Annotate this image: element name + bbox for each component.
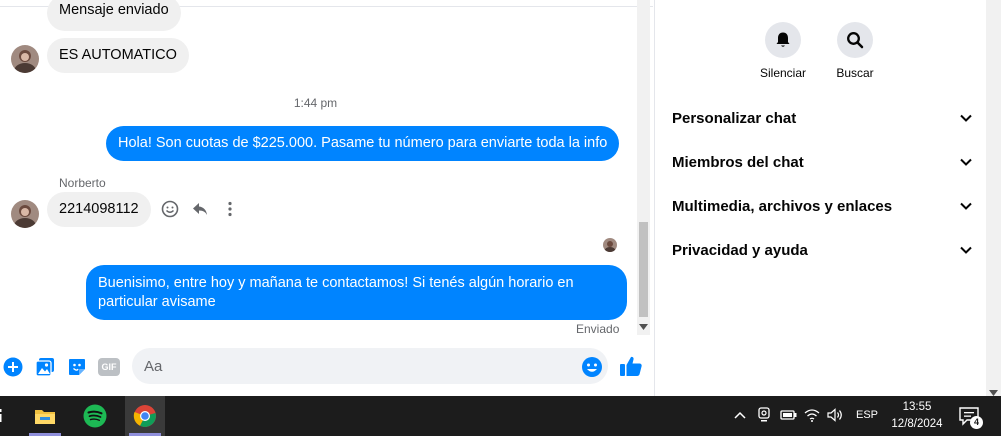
smiley-icon[interactable] (160, 199, 180, 219)
search-label: Buscar (836, 66, 874, 80)
page-scrollbar[interactable] (986, 0, 1001, 396)
chat-scrollbar[interactable] (637, 0, 650, 335)
message-text: ES AUTOMATICO (59, 47, 177, 63)
delivery-status: Enviado (576, 322, 620, 336)
wifi-icon[interactable] (803, 406, 821, 424)
file-explorer-icon[interactable] (25, 396, 65, 436)
message-text-line2: particular avisame (98, 294, 216, 310)
chrome-icon[interactable] (125, 396, 165, 436)
taskbar-edge (0, 408, 4, 424)
image-icon[interactable] (34, 356, 56, 378)
chevron-up-icon[interactable] (731, 406, 749, 424)
message-bubble-outgoing[interactable]: Buenisimo, entre hoy y mañana te contact… (86, 265, 627, 320)
section-media-files-links[interactable]: Multimedia, archivos y enlaces (672, 191, 972, 221)
mute-action[interactable]: Silenciar (753, 22, 813, 80)
message-text-line1: Buenisimo, entre hoy y mañana te contact… (98, 275, 574, 291)
chat-info-panel: Silenciar Buscar Personalizar chat Miemb… (654, 0, 986, 396)
clock-time[interactable]: 13:55 (895, 401, 939, 413)
chevron-down-icon (960, 246, 972, 254)
section-label: Miembros del chat (672, 153, 804, 171)
plus-icon[interactable] (2, 356, 24, 378)
message-input[interactable] (132, 348, 608, 384)
message-timestamp: 1:44 pm (293, 96, 338, 110)
section-label: Multimedia, archivos y enlaces (672, 197, 893, 215)
mute-label: Silenciar (759, 66, 807, 80)
message-bubble-outgoing[interactable]: Hola! Son cuotas de $225.000. Pasame tu … (106, 126, 620, 161)
clock-date[interactable]: 12/8/2024 (887, 418, 947, 430)
input-language[interactable]: ESP (856, 409, 878, 421)
message-text: 2214098112 (59, 201, 139, 217)
search-icon (847, 32, 864, 49)
message-bubble-incoming[interactable]: Mensaje enviado (47, 0, 181, 31)
seen-avatar (603, 238, 617, 252)
scroll-down-arrow-icon[interactable] (639, 322, 648, 331)
notification-count-badge: 4 (970, 416, 983, 429)
section-customize-chat[interactable]: Personalizar chat (672, 103, 972, 133)
message-composer: GIF (0, 343, 653, 393)
message-bubble-incoming[interactable]: ES AUTOMATICO (47, 38, 189, 73)
section-chat-members[interactable]: Miembros del chat (672, 147, 972, 177)
section-label: Privacidad y ayuda (672, 241, 808, 259)
spotify-icon[interactable] (75, 396, 115, 436)
section-label: Personalizar chat (672, 109, 797, 127)
search-action[interactable]: Buscar (825, 22, 885, 80)
emoji-icon[interactable] (581, 356, 603, 378)
message-text: Hola! Son cuotas de $225.000. Pasame tu … (118, 135, 608, 151)
section-privacy-help[interactable]: Privacidad y ayuda (672, 235, 972, 265)
webcam-icon[interactable] (755, 406, 773, 424)
windows-taskbar: ESP 13:55 12/8/2024 4 (0, 396, 1001, 436)
battery-icon[interactable] (779, 406, 797, 424)
chevron-down-icon (960, 158, 972, 166)
more-icon[interactable] (220, 199, 240, 219)
gif-icon[interactable]: GIF (97, 356, 121, 378)
reply-icon[interactable] (190, 199, 210, 219)
action-circle[interactable] (765, 22, 801, 58)
action-circle[interactable] (837, 22, 873, 58)
message-bubble-incoming[interactable]: 2214098112 (47, 192, 151, 227)
scroll-down-arrow-icon[interactable] (989, 383, 998, 396)
chevron-down-icon (960, 114, 972, 122)
volume-icon[interactable] (826, 406, 844, 424)
chat-scrollbar-thumb[interactable] (639, 222, 648, 317)
chevron-down-icon (960, 202, 972, 210)
contact-avatar[interactable] (11, 200, 39, 228)
sender-name: Norberto (59, 176, 106, 190)
sticker-icon[interactable] (66, 356, 88, 378)
message-text: Mensaje enviado (59, 2, 169, 18)
thumbs-up-icon[interactable] (619, 355, 645, 379)
chat-pane: Mensaje enviado ES AUTOMATICO 1:44 pm Ho… (0, 0, 653, 396)
gif-label: GIF (98, 358, 120, 376)
bell-icon (776, 32, 790, 47)
contact-avatar[interactable] (11, 45, 39, 73)
message-actions (160, 199, 240, 219)
